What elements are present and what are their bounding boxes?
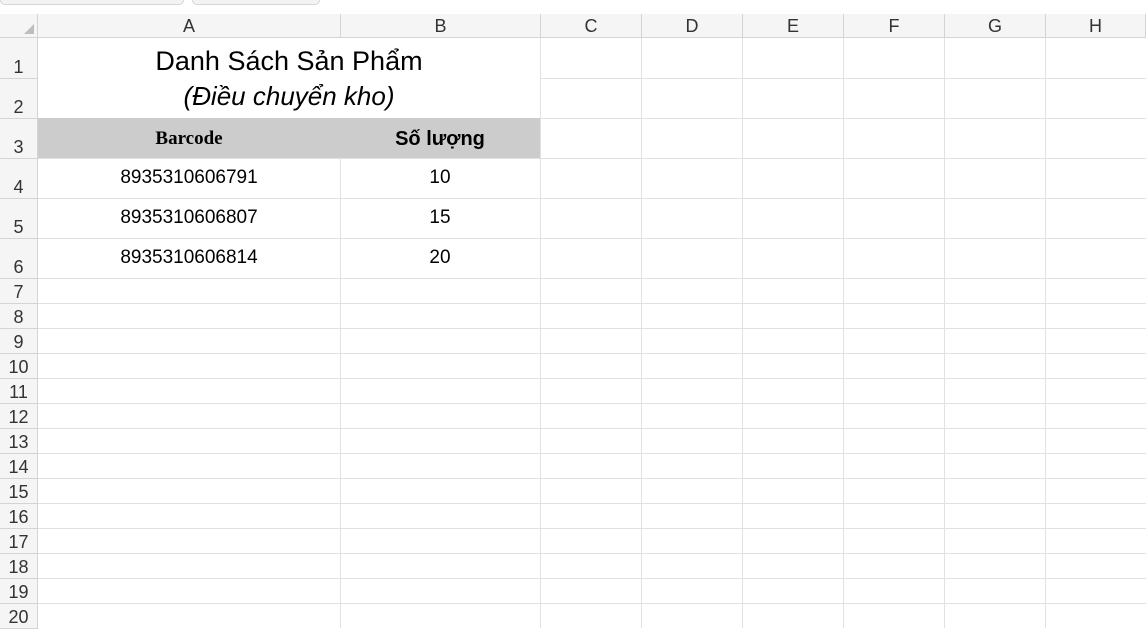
column-header-e[interactable]: E [743,14,844,38]
column-header-h[interactable]: H [1046,14,1146,38]
select-all-triangle-icon [24,24,34,34]
column-header-f[interactable]: F [844,14,945,38]
gridline-row-9 [38,353,1146,354]
row-number: 10 [8,357,29,377]
select-all-button[interactable] [0,14,38,38]
tab-edge-left[interactable] [0,0,184,5]
gridline-row-7 [38,303,1146,304]
gridline-col-ef [843,38,844,628]
row-number: 19 [8,582,29,602]
row-number: 3 [13,137,24,157]
gridline-row-19 [38,603,1146,604]
sheet-title[interactable]: Danh Sách Sản Phẩm [38,38,540,78]
gridline-row-14 [38,478,1146,479]
row-header-19[interactable]: 19 [0,579,38,604]
row-header-9[interactable]: 9 [0,329,38,354]
row-header-16[interactable]: 16 [0,504,38,529]
gridline-row-18 [38,578,1146,579]
barcode-cell[interactable]: 8935310606814 [38,238,340,278]
row-number: 14 [8,457,29,477]
column-header-g[interactable]: G [945,14,1046,38]
row-header-4[interactable]: 4 [0,159,38,199]
row-number: 1 [13,57,24,77]
gridline-col-de [742,38,743,628]
row-number: 20 [8,607,29,627]
gridline-col-fg [944,38,945,628]
sheet-tab-strip [0,0,1146,5]
gridline-col-cd [641,38,642,628]
row-header-12[interactable]: 12 [0,404,38,429]
tab-edge-right[interactable] [192,0,320,5]
column-header-b[interactable]: B [341,14,541,38]
row-number: 11 [9,382,28,402]
gridline-row-17 [38,553,1146,554]
barcode-cell[interactable]: 8935310606807 [38,198,340,238]
header-barcode-cell[interactable]: Barcode [38,118,340,158]
row-header-5[interactable]: 5 [0,199,38,239]
row-number: 13 [8,432,29,452]
gridline-row-13 [38,453,1146,454]
row-number: 2 [13,97,24,117]
row-header-1[interactable]: 1 [0,38,38,79]
quantity-cell[interactable]: 20 [340,238,540,278]
gridline-row-15 [38,503,1146,504]
row-number: 5 [13,217,24,237]
row-number: 17 [8,532,29,552]
row-number: 18 [8,557,29,577]
row-number: 9 [13,332,24,352]
row-number: 15 [8,482,29,502]
quantity-cell[interactable]: 10 [340,158,540,198]
row-header-7[interactable]: 7 [0,279,38,304]
gridline-row-10 [38,378,1146,379]
row-header-17[interactable]: 17 [0,529,38,554]
gridline-row-16 [38,528,1146,529]
barcode-cell[interactable]: 8935310606791 [38,158,340,198]
row-header-20[interactable]: 20 [0,604,38,629]
gridline-row-6 [38,278,1146,279]
row-number: 6 [13,257,24,277]
row-number: 7 [13,282,24,302]
gridline-row-12 [38,428,1146,429]
column-header-d[interactable]: D [642,14,743,38]
row-header-11[interactable]: 11 [0,379,38,404]
row-number: 8 [13,307,24,327]
row-header-2[interactable]: 2 [0,79,38,119]
gridline-row-11 [38,403,1146,404]
gridline-col-gh [1045,38,1046,628]
header-quantity-cell[interactable]: Số lượng [340,118,540,158]
row-header-18[interactable]: 18 [0,554,38,579]
row-header-15[interactable]: 15 [0,479,38,504]
gridline-row-8 [38,328,1146,329]
quantity-cell[interactable]: 15 [340,198,540,238]
column-header-a[interactable]: A [38,14,341,38]
row-header-3[interactable]: 3 [0,119,38,159]
row-number: 12 [8,407,29,427]
row-header-8[interactable]: 8 [0,304,38,329]
row-header-13[interactable]: 13 [0,429,38,454]
column-header-c[interactable]: C [541,14,642,38]
sheet-subtitle[interactable]: (Điều chuyển kho) [38,78,540,118]
row-number: 4 [13,177,24,197]
gridline-col-bc [540,38,541,628]
row-header-10[interactable]: 10 [0,354,38,379]
row-number: 16 [8,507,29,527]
row-header-6[interactable]: 6 [0,239,38,279]
row-header-14[interactable]: 14 [0,454,38,479]
